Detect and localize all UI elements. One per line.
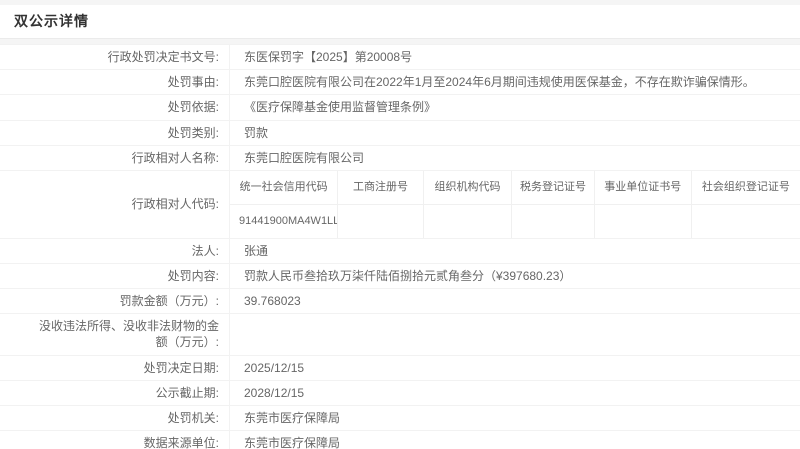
table-row-publicity-deadline: 公示截止期: 2028/12/15 [0,380,800,406]
row-label: 行政相对人代码: [0,170,230,238]
code-table-header-org-code: 组织机构代码 [424,170,513,204]
code-table-value-org-code [424,204,513,238]
code-table-header-business-reg: 工商注册号 [338,170,424,204]
row-value: 2025/12/15 [244,360,305,375]
row-label: 处罚类别: [0,120,230,145]
row-label: 罚款金额（万元）: [0,289,230,314]
code-table-value-business-reg [338,204,424,238]
row-value: 东莞市医疗保障局 [244,410,341,425]
table-row-data-source-unit: 数据来源单位: 东莞市医疗保障局 [0,431,800,449]
row-label: 公示截止期: [0,380,230,405]
page-header: 双公示详情 [0,5,800,39]
table-row-confiscation-amount: 没收违法所得、没收非法财物的金额（万元）: [0,314,800,356]
table-row-penalty-content: 处罚内容: 罚款人民币叁拾玖万柒仟陆佰捌拾元贰角叁分（¥397680.23） [0,263,800,289]
code-table-header-uscc: 统一社会信用代码 [230,170,339,204]
code-table-header-institution-cert: 事业单位证书号 [595,170,692,204]
row-value: 东莞口腔医院有限公司在2022年1月至2024年6月期间违规使用医保基金，不存在… [244,75,755,90]
row-value: 东医保罚字【2025】第20008号 [244,50,413,64]
row-label: 处罚事由: [0,70,230,95]
row-value: 东莞市医疗保障局 [244,436,341,449]
code-table-value-tax-reg [512,204,595,238]
code-table-value-social-org-cert [692,205,800,238]
row-label: 没收违法所得、没收非法财物的金额（万元）: [0,314,230,355]
row-value: 2028/12/15 [244,385,305,400]
page-title: 双公示详情 [14,13,89,29]
table-row-fine-amount: 罚款金额（万元）: 39.768023 [0,289,800,315]
double-publicity-detail-page: 双公示详情 行政处罚决定书文号: 东医保罚字【2025】第20008号 处罚事由… [0,0,800,449]
code-table-value-institution-cert [595,204,692,238]
row-label: 处罚决定日期: [0,355,230,380]
row-label: 行政处罚决定书文号: [0,45,230,70]
row-label: 行政相对人名称: [0,145,230,170]
table-row-counterpart-name: 行政相对人名称: 东莞口腔医院有限公司 [0,145,800,171]
table-row-penalty-authority: 处罚机关: 东莞市医疗保障局 [0,405,800,432]
row-value [230,314,800,354]
row-value: 统一社会信用代码 工商注册号 组织机构代码 税务登记证号 事业单位证书号 社会组… [230,170,800,238]
row-value: 39.768023 [244,294,301,308]
code-table-value-uscc: 91441900MA4W1LL93A [230,204,339,238]
row-value: 东莞口腔医院有限公司 [244,150,365,165]
code-table-header-tax-reg: 税务登记证号 [512,170,595,204]
code-table-value-row: 91441900MA4W1LL93A [230,204,800,238]
code-table-header-social-org-cert: 社会组织登记证号 [701,180,790,193]
row-value: 罚款 [244,125,269,140]
table-row-decision-date: 处罚决定日期: 2025/12/15 [0,355,800,381]
table-row-legal-person: 法人: 张通 [0,238,800,264]
table-row-penalty-basis: 处罚依据: 《医疗保障基金使用监督管理条例》 [0,95,800,121]
table-row-penalty-category: 处罚类别: 罚款 [0,120,800,146]
row-value: 罚款人民币叁拾玖万柒仟陆佰捌拾元贰角叁分（¥397680.23） [244,268,572,283]
code-table: 统一社会信用代码 工商注册号 组织机构代码 税务登记证号 事业单位证书号 社会组… [230,170,800,238]
row-label: 处罚机关: [0,405,230,431]
code-table-header-row: 统一社会信用代码 工商注册号 组织机构代码 税务登记证号 事业单位证书号 社会组… [230,170,800,205]
row-label: 法人: [0,238,230,263]
row-label: 处罚依据: [0,95,230,120]
row-label: 处罚内容: [0,263,230,288]
table-row-counterpart-codes: 行政相对人代码: 统一社会信用代码 工商注册号 组织机构代码 税务登记证号 事业… [0,170,800,239]
table-row-document-number: 行政处罚决定书文号: 东医保罚字【2025】第20008号 [0,45,800,71]
row-value: 《医疗保障基金使用监督管理条例》 [244,100,437,115]
table-row-penalty-reason: 处罚事由: 东莞口腔医院有限公司在2022年1月至2024年6月期间违规使用医保… [0,70,800,96]
row-value: 张通 [244,243,269,258]
row-label: 数据来源单位: [0,431,230,449]
detail-table: 行政处罚决定书文号: 东医保罚字【2025】第20008号 处罚事由: 东莞口腔… [0,44,800,449]
